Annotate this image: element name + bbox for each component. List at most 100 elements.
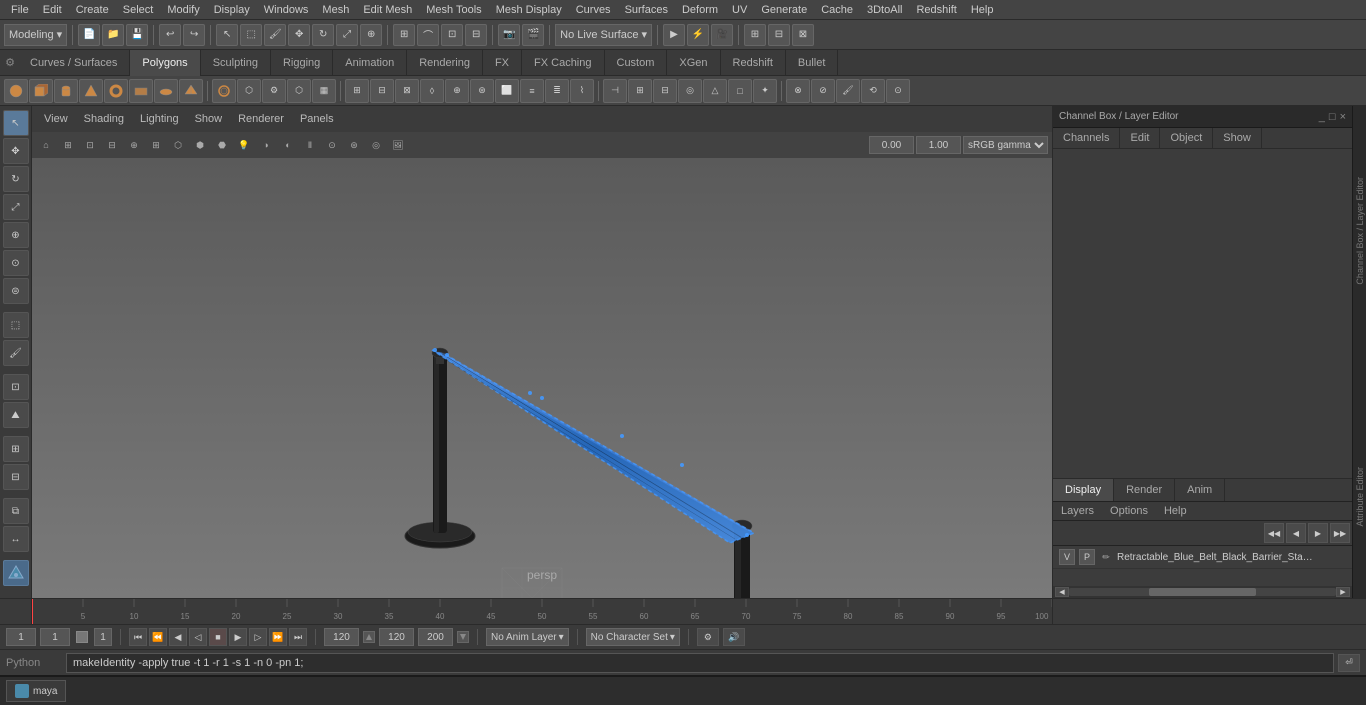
paint-select-btn[interactable]: 🖌 bbox=[264, 24, 286, 46]
scale-tool-btn[interactable]: ⤢ bbox=[3, 194, 29, 220]
new-scene-btn[interactable]: 📄 bbox=[78, 24, 100, 46]
layer-end-btn[interactable]: ▶▶ bbox=[1330, 523, 1350, 543]
step-fwd-btn[interactable]: ⏩ bbox=[269, 628, 287, 646]
mirror-btn[interactable]: ⊣ bbox=[603, 79, 627, 103]
layer-scrollbar[interactable]: ◀ ▶ bbox=[1053, 586, 1352, 598]
menu-windows[interactable]: Windows bbox=[257, 2, 316, 18]
tab-fx-caching[interactable]: FX Caching bbox=[522, 50, 604, 76]
vp-menu-renderer[interactable]: Renderer bbox=[232, 111, 290, 127]
workspace-dropdown[interactable]: Modeling ▾ bbox=[4, 24, 67, 46]
menu-3dtoa[interactable]: 3DtoAll bbox=[860, 2, 909, 18]
layer-fwd-btn[interactable]: ▶ bbox=[1308, 523, 1328, 543]
menu-file[interactable]: File bbox=[4, 2, 36, 18]
render-cam-btn[interactable]: 🎥 bbox=[711, 24, 733, 46]
isolate-btn[interactable]: ◎ bbox=[366, 135, 386, 155]
menu-select[interactable]: Select bbox=[116, 2, 161, 18]
cleanup-btn[interactable]: ✦ bbox=[753, 79, 777, 103]
merge-btn[interactable]: ⊕ bbox=[445, 79, 469, 103]
vp-menu-panels[interactable]: Panels bbox=[294, 111, 340, 127]
viewport[interactable]: View Shading Lighting Show Renderer Pane… bbox=[32, 106, 1052, 598]
wireframe-btn[interactable]: ⬡ bbox=[168, 135, 188, 155]
layer-back-btn[interactable]: ◀ bbox=[1286, 523, 1306, 543]
frame-current-input[interactable] bbox=[40, 628, 70, 646]
no-live-surface-dropdown[interactable]: No Live Surface ▾ bbox=[555, 24, 652, 46]
rotate-btn[interactable]: ↻ bbox=[312, 24, 334, 46]
sphere-btn[interactable] bbox=[4, 79, 28, 103]
menu-surfaces[interactable]: Surfaces bbox=[618, 2, 675, 18]
layer-v-btn[interactable]: V bbox=[1059, 549, 1075, 565]
layout-btn-3[interactable]: ⊠ bbox=[792, 24, 814, 46]
tab-edit[interactable]: Edit bbox=[1120, 128, 1160, 148]
measure-btn[interactable]: ↔ bbox=[3, 526, 29, 552]
universal-tool-btn[interactable]: ⊕ bbox=[3, 222, 29, 248]
tab-object[interactable]: Object bbox=[1160, 128, 1213, 148]
exposure-input[interactable] bbox=[869, 136, 914, 154]
playback-end-input[interactable] bbox=[324, 628, 359, 646]
fill-hole-btn[interactable]: ⬜ bbox=[495, 79, 519, 103]
command-input[interactable] bbox=[66, 653, 1334, 673]
tab-rigging[interactable]: Rigging bbox=[271, 50, 333, 76]
tab-show[interactable]: Show bbox=[1213, 128, 1262, 148]
menu-edit-mesh[interactable]: Edit Mesh bbox=[356, 2, 419, 18]
redo-btn[interactable]: ↪ bbox=[183, 24, 205, 46]
show-manip-btn[interactable]: ⊜ bbox=[3, 278, 29, 304]
bridge-btn[interactable]: ⊟ bbox=[370, 79, 394, 103]
next-frame-btn[interactable]: ▷ bbox=[249, 628, 267, 646]
tab-options[interactable]: Options bbox=[1102, 502, 1156, 520]
anim-layer-dropdown[interactable]: No Anim Layer ▾ bbox=[486, 628, 569, 646]
playback-speed-indicator[interactable] bbox=[363, 631, 375, 643]
platonic-btn[interactable] bbox=[179, 79, 203, 103]
tab-rendering[interactable]: Rendering bbox=[407, 50, 483, 76]
menu-mesh-display[interactable]: Mesh Display bbox=[489, 2, 569, 18]
aa-btn[interactable]: Ⅱ bbox=[300, 135, 320, 155]
stop-btn[interactable]: ■ bbox=[209, 628, 227, 646]
save-scene-btn[interactable]: 💾 bbox=[126, 24, 148, 46]
go-end-btn[interactable]: ⏭ bbox=[289, 628, 307, 646]
cube-btn[interactable] bbox=[29, 79, 53, 103]
gamma-value-input[interactable] bbox=[916, 136, 961, 154]
snap-curve-btn[interactable]: ⌒ bbox=[417, 24, 439, 46]
tab-curves-surfaces[interactable]: Curves / Surfaces bbox=[18, 50, 130, 76]
cmd-exec-btn[interactable]: ⏎ bbox=[1338, 654, 1360, 672]
paint-sel-btn[interactable]: 🖌 bbox=[3, 340, 29, 366]
rotate-tool-btn[interactable]: ↻ bbox=[3, 166, 29, 192]
select-tool-btn[interactable]: ↖ bbox=[3, 110, 29, 136]
menu-curves[interactable]: Curves bbox=[569, 2, 618, 18]
layout-btn-1[interactable]: ⊞ bbox=[744, 24, 766, 46]
undo-btn[interactable]: ↩ bbox=[159, 24, 181, 46]
sculpt-tool-btn[interactable]: 🖌 bbox=[836, 79, 860, 103]
menu-mesh[interactable]: Mesh bbox=[315, 2, 356, 18]
layer-item-default[interactable]: V P ✏ Retractable_Blue_Belt_Black_Barrie… bbox=[1053, 546, 1352, 569]
cam-fit-btn[interactable]: ⊞ bbox=[58, 135, 78, 155]
vp-menu-shading[interactable]: Shading bbox=[78, 111, 130, 127]
menu-display[interactable]: Display bbox=[207, 2, 257, 18]
preferences-btn[interactable]: ⚙ bbox=[697, 628, 719, 646]
cam-home-btn[interactable]: ⌂ bbox=[36, 135, 56, 155]
depth-btn[interactable]: ⊙ bbox=[322, 135, 342, 155]
tab-custom[interactable]: Custom bbox=[605, 50, 668, 76]
maya-logo-btn[interactable] bbox=[3, 560, 29, 586]
combine-btn[interactable]: ⊞ bbox=[628, 79, 652, 103]
taskbar-maya-btn[interactable]: maya bbox=[6, 680, 66, 702]
target-weld-btn[interactable]: ⊛ bbox=[470, 79, 494, 103]
layer-p-btn[interactable]: P bbox=[1079, 549, 1095, 565]
tab-anim[interactable]: Anim bbox=[1175, 479, 1225, 501]
lighting-btn[interactable]: 💡 bbox=[234, 135, 254, 155]
cam-fit-sel-btn[interactable]: ⊡ bbox=[80, 135, 100, 155]
soccer-ball-btn[interactable]: ⬡ bbox=[287, 79, 311, 103]
ao-btn[interactable]: ◐ bbox=[278, 135, 298, 155]
tab-help[interactable]: Help bbox=[1156, 502, 1195, 520]
timeline-ruler[interactable]: 5 10 15 20 25 30 35 40 45 bbox=[32, 599, 1052, 624]
connect-btn[interactable]: ⊠ bbox=[395, 79, 419, 103]
tab-fx[interactable]: FX bbox=[483, 50, 522, 76]
menu-help[interactable]: Help bbox=[964, 2, 1001, 18]
texture-btn[interactable]: ⬣ bbox=[212, 135, 232, 155]
menu-create[interactable]: Create bbox=[69, 2, 116, 18]
open-scene-btn[interactable]: 📁 bbox=[102, 24, 124, 46]
xray-btn[interactable]: ⊛ bbox=[344, 135, 364, 155]
offset-edge-loop-btn[interactable]: ≣ bbox=[545, 79, 569, 103]
move-btn[interactable]: ✥ bbox=[288, 24, 310, 46]
tab-layers[interactable]: Layers bbox=[1053, 502, 1102, 520]
bevel-btn[interactable]: ◊ bbox=[420, 79, 444, 103]
color-space-select[interactable]: sRGB gamma bbox=[963, 136, 1048, 154]
